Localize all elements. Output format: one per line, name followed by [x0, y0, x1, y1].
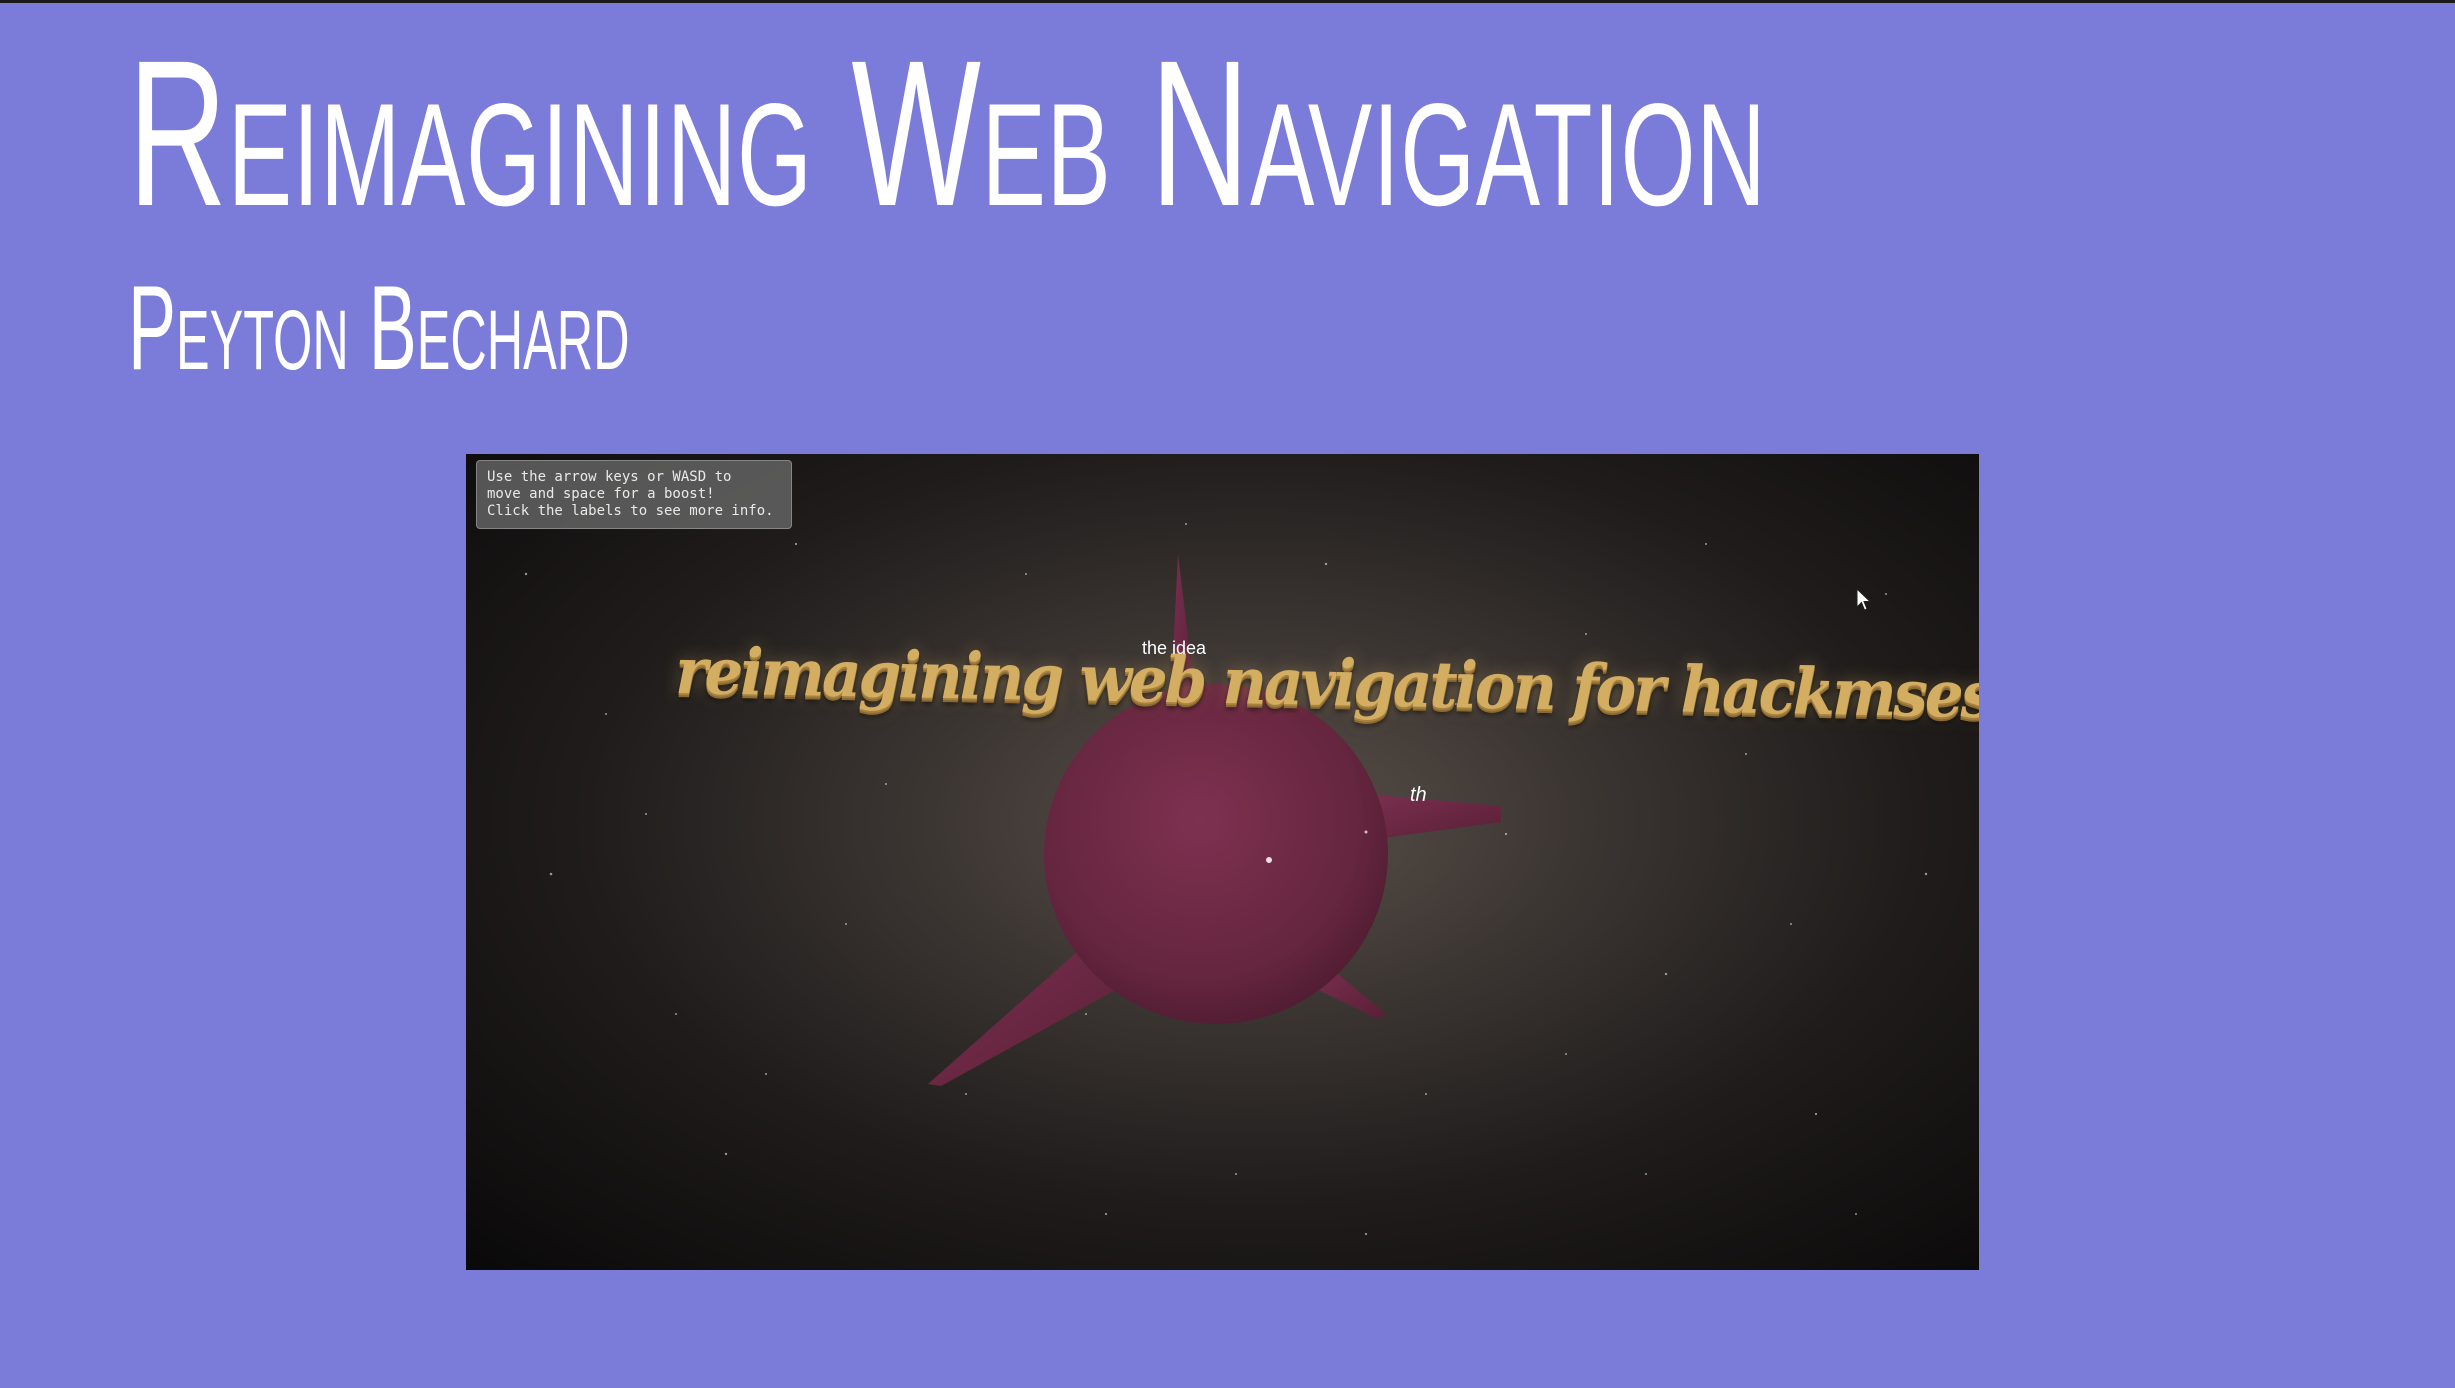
label-the-idea[interactable]: the idea	[1142, 638, 1206, 659]
planet	[1044, 684, 1388, 1024]
slide-subtitle: Peyton Bechard	[128, 261, 630, 395]
mouse-pointer-icon	[1856, 588, 1872, 611]
instruction-line: Click the labels to see more info.	[487, 503, 774, 519]
instruction-line: Use the arrow keys or WASD to	[487, 469, 732, 485]
instruction-line: move and space for a boost!	[487, 486, 715, 502]
top-border	[0, 0, 2455, 3]
label-partial[interactable]: th	[1410, 784, 1427, 807]
embedded-video[interactable]: Use the arrow keys or WASD to move and s…	[466, 454, 1979, 1270]
slide-title: Reimagining Web Navigation	[128, 18, 1767, 250]
controls-instructions: Use the arrow keys or WASD to move and s…	[476, 460, 792, 529]
space-scene	[524, 523, 1928, 1236]
